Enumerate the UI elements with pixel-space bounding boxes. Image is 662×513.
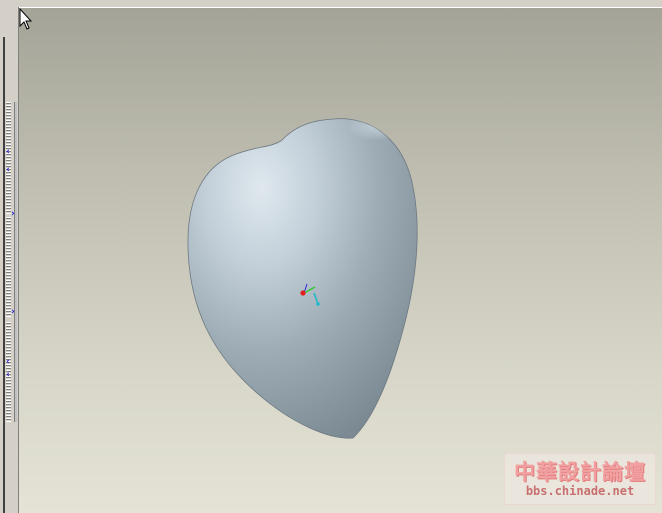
collapse-left-arrow-icon[interactable]: ‹ (3, 370, 13, 380)
collapse-left-arrow-icon[interactable]: ‹ (3, 147, 13, 157)
heart-body[interactable] (187, 118, 418, 439)
side-panel: ‹ ‹ › › ‹ ‹ (0, 7, 19, 513)
top-border (0, 0, 662, 8)
watermark-logo: 中華設計論壇 bbs.chinade.net (504, 453, 656, 505)
side-rail (3, 37, 5, 513)
heart-model[interactable] (19, 8, 662, 513)
watermark-title: 中華設計論壇 (514, 459, 646, 484)
cad-window: ‹ ‹ › › ‹ ‹ 中華設計論壇 bbs.chinade.net (0, 0, 662, 513)
collapse-left-arrow-icon[interactable]: ‹ (3, 357, 13, 367)
expand-right-arrow-icon[interactable]: › (8, 209, 18, 219)
watermark-url: bbs.chinade.net (525, 484, 635, 498)
side-divider (14, 102, 17, 422)
panel-grip[interactable] (6, 102, 11, 214)
arrow-cursor-icon (19, 8, 33, 30)
expand-right-arrow-icon[interactable]: › (8, 307, 18, 317)
panel-grip[interactable] (6, 217, 11, 317)
collapse-left-arrow-icon[interactable]: ‹ (3, 165, 13, 175)
graphics-viewport[interactable] (19, 8, 662, 513)
